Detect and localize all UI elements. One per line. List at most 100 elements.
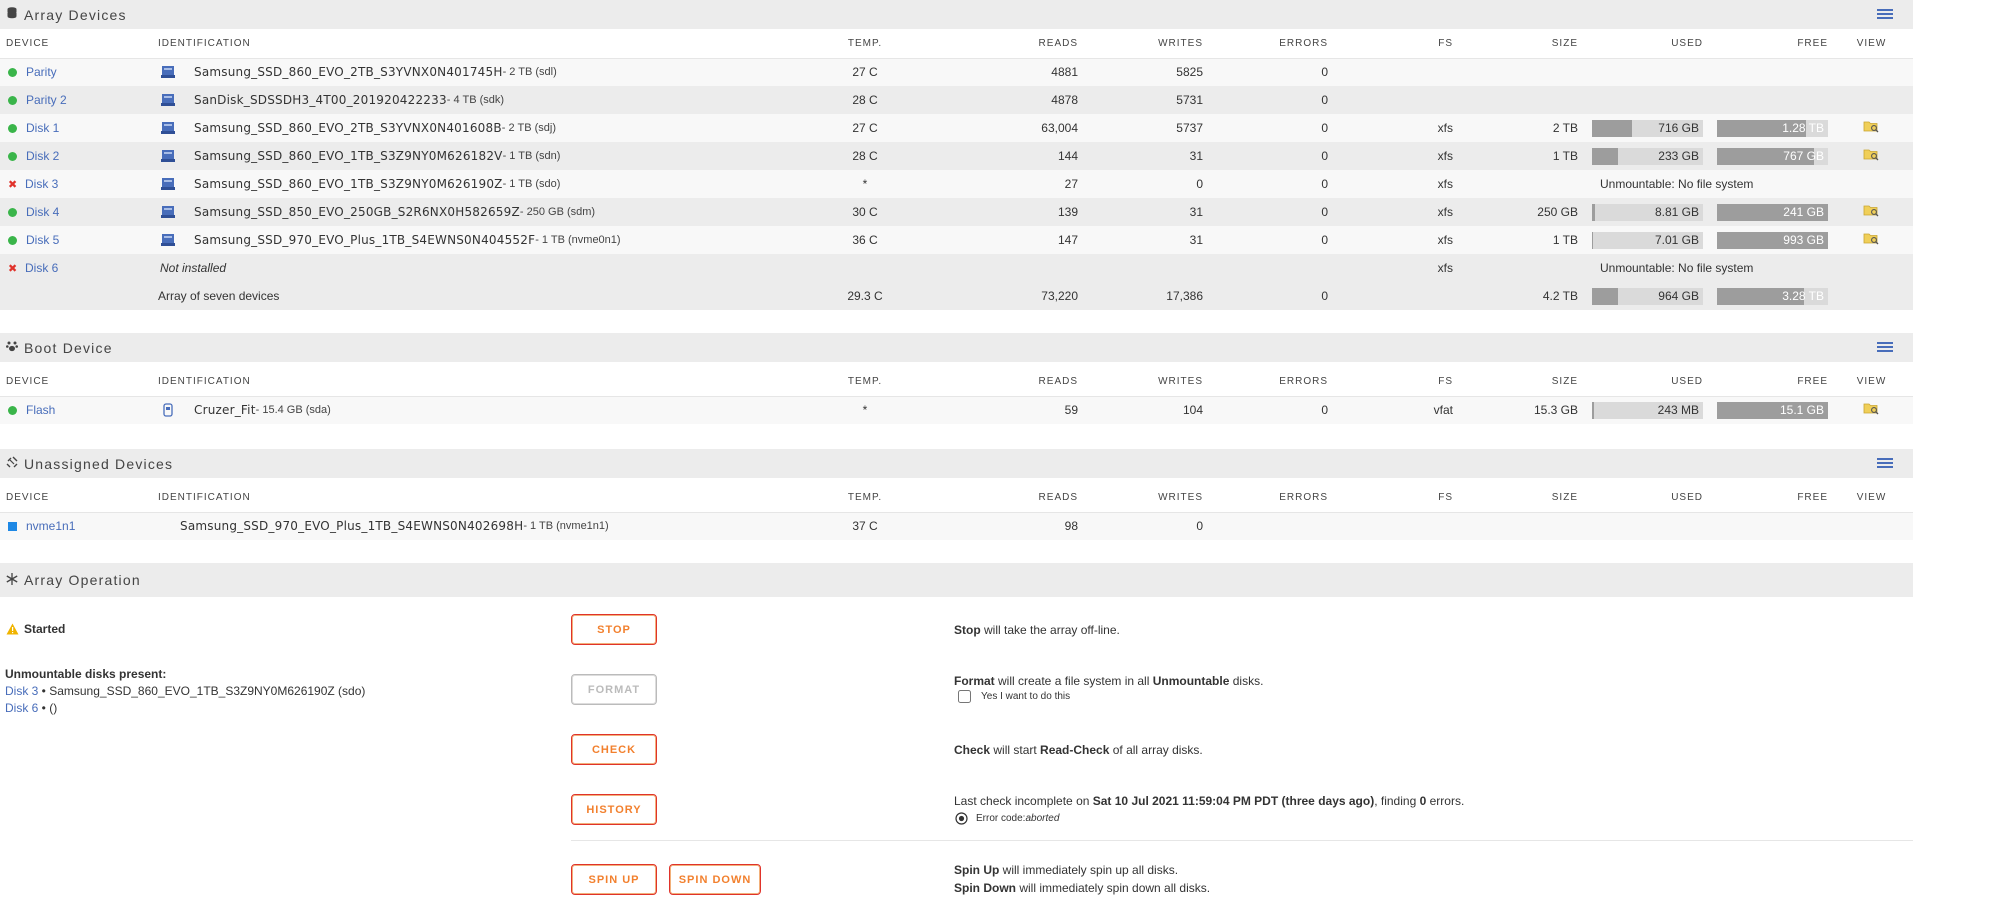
table-row: Disk 5 Samsung_SSD_970_EVO_Plus_1TB_S4EWN… — [0, 226, 1913, 254]
array-operation-title: Array Operation — [24, 572, 141, 588]
unmountable-line: Disk 6 • () — [5, 701, 58, 715]
column-header-fs[interactable]: FS — [1330, 29, 1455, 59]
table-header: DEVICE IDENTIFICATION TEMP. READS WRITES ERRO… — [0, 367, 1913, 397]
device-link[interactable]: Disk 6 — [25, 261, 58, 275]
device-identification: Samsung_SSD_860_EVO_1TB_S3Z9NY0M626182V … — [155, 149, 808, 163]
view-folder-icon[interactable] — [1863, 232, 1880, 245]
format-confirm-checkbox[interactable] — [958, 690, 971, 703]
check-description: Check will start Read-Check of all array… — [954, 743, 1203, 757]
device-identification: Samsung_SSD_860_EVO_1TB_S3Z9NY0M626190Z … — [155, 177, 808, 191]
warning-icon — [6, 623, 19, 635]
device-link[interactable]: Disk 1 — [26, 121, 59, 135]
used-bar: 7.01 GB — [1592, 231, 1703, 249]
column-header-used[interactable]: USED — [1580, 367, 1705, 397]
array-status: Started — [6, 622, 65, 636]
column-header-reads[interactable]: READS — [920, 483, 1080, 513]
device-link[interactable]: Disk 2 — [26, 149, 59, 163]
column-header-free[interactable]: FREE — [1705, 29, 1830, 59]
spin-up-description: Spin Up will immediately spin up all dis… — [954, 863, 1179, 877]
column-header-view[interactable]: VIEW — [1830, 367, 1913, 397]
column-header-used[interactable]: USED — [1580, 483, 1705, 513]
column-header-reads[interactable]: READS — [920, 367, 1080, 397]
column-header-identification[interactable]: IDENTIFICATION — [153, 483, 810, 513]
column-header-fs[interactable]: FS — [1330, 483, 1455, 513]
check-button[interactable]: CHECK — [571, 734, 657, 765]
column-header-size[interactable]: SIZE — [1455, 483, 1580, 513]
list-view-icon[interactable] — [1877, 9, 1893, 20]
device-identification: Not installed — [160, 261, 227, 275]
free-bar: 3.28 TB — [1717, 287, 1828, 305]
free-bar: 1.28 TB — [1717, 119, 1828, 137]
device-link[interactable]: Parity 2 — [26, 93, 67, 107]
column-header-view[interactable]: VIEW — [1830, 483, 1913, 513]
unlink-icon — [0, 456, 24, 471]
stop-button[interactable]: STOP — [571, 614, 657, 645]
table-row: Disk 2 Samsung_SSD_860_EVO_1TB_S3Z9NY0M62… — [0, 142, 1913, 170]
array-operation-header: Array Operation — [0, 563, 1913, 597]
free-bar: 767 GB — [1717, 147, 1828, 165]
unmountable-status: Unmountable: No file system — [1580, 170, 1913, 198]
device-link[interactable]: Disk 5 — [26, 233, 59, 247]
spin-up-button[interactable]: SPIN UP — [571, 864, 657, 895]
column-header-writes[interactable]: WRITES — [1080, 483, 1205, 513]
unassigned-status-icon — [8, 521, 17, 531]
disk-6-link[interactable]: Disk 6 — [5, 701, 38, 715]
view-folder-icon[interactable] — [1863, 402, 1880, 415]
array-devices-title: Array Devices — [24, 6, 127, 23]
device-link[interactable]: Disk 4 — [26, 205, 59, 219]
view-folder-icon[interactable] — [1863, 120, 1880, 133]
error-code-row: Error code: aborted — [955, 812, 1059, 825]
column-header-view[interactable]: VIEW — [1830, 29, 1913, 59]
list-view-icon[interactable] — [1877, 458, 1893, 469]
column-header-used[interactable]: USED — [1580, 29, 1705, 59]
used-bar: 964 GB — [1592, 287, 1703, 305]
device-link[interactable]: Parity — [26, 65, 57, 79]
format-button[interactable]: FORMAT — [571, 674, 657, 705]
device-identification: Samsung_SSD_860_EVO_2TB_S3YVNX0N401608B … — [155, 121, 808, 135]
column-header-size[interactable]: SIZE — [1455, 29, 1580, 59]
column-header-free[interactable]: FREE — [1705, 483, 1830, 513]
device-identification: Samsung_SSD_970_EVO_Plus_1TB_S4EWNS0N404… — [155, 233, 808, 247]
column-header-errors[interactable]: ERRORS — [1205, 367, 1330, 397]
disk-drive-icon — [161, 206, 175, 218]
ok-status-icon — [8, 95, 17, 105]
column-header-fs[interactable]: FS — [1330, 367, 1455, 397]
disk-drive-icon — [161, 122, 175, 134]
column-header-device[interactable]: DEVICE — [0, 29, 153, 59]
device-link[interactable]: Flash — [26, 403, 55, 417]
column-header-errors[interactable]: ERRORS — [1205, 29, 1330, 59]
column-header-errors[interactable]: ERRORS — [1205, 483, 1330, 513]
device-identification: Samsung_SSD_970_EVO_Plus_1TB_S4EWNS0N402… — [180, 519, 609, 534]
unmountable-heading: Unmountable disks present: — [5, 667, 167, 681]
column-header-temp[interactable]: TEMP. — [810, 29, 920, 59]
spin-down-button[interactable]: SPIN DOWN — [669, 864, 761, 895]
column-header-device[interactable]: DEVICE — [0, 367, 153, 397]
format-confirm-row: Yes I want to do this — [958, 690, 1070, 703]
ok-status-icon — [8, 405, 17, 415]
table-header: DEVICE IDENTIFICATION TEMP. READS WRITES ERRO… — [0, 483, 1913, 513]
column-header-writes[interactable]: WRITES — [1080, 367, 1205, 397]
free-bar: 241 GB — [1717, 203, 1828, 221]
paw-icon — [0, 340, 24, 355]
column-header-identification[interactable]: IDENTIFICATION — [153, 29, 810, 59]
column-header-writes[interactable]: WRITES — [1080, 29, 1205, 59]
column-header-temp[interactable]: TEMP. — [810, 367, 920, 397]
device-link[interactable]: nvme1n1 — [26, 519, 75, 533]
column-header-device[interactable]: DEVICE — [0, 483, 153, 513]
list-view-icon[interactable] — [1877, 342, 1893, 353]
device-identification: SanDisk_SDSSDH3_4T00_201920422233 - 4 TB… — [155, 93, 808, 107]
table-row: ✖ Disk 3 Samsung_SSD_860_EVO_1TB_S3Z9NY0M6… — [0, 170, 1913, 198]
column-header-temp[interactable]: TEMP. — [810, 483, 920, 513]
history-button[interactable]: HISTORY — [571, 794, 657, 825]
column-header-reads[interactable]: READS — [920, 29, 1080, 59]
column-header-free[interactable]: FREE — [1705, 367, 1830, 397]
view-folder-icon[interactable] — [1863, 204, 1880, 217]
column-header-size[interactable]: SIZE — [1455, 367, 1580, 397]
free-bar: 15.1 GB — [1717, 401, 1828, 419]
boot-device-title: Boot Device — [24, 339, 113, 356]
view-folder-icon[interactable] — [1863, 148, 1880, 161]
disk-3-link[interactable]: Disk 3 — [5, 684, 38, 698]
unmountable-line: Disk 3 • Samsung_SSD_860_EVO_1TB_S3Z9NY0… — [5, 684, 366, 698]
device-link[interactable]: Disk 3 — [25, 177, 58, 191]
column-header-identification[interactable]: IDENTIFICATION — [153, 367, 810, 397]
